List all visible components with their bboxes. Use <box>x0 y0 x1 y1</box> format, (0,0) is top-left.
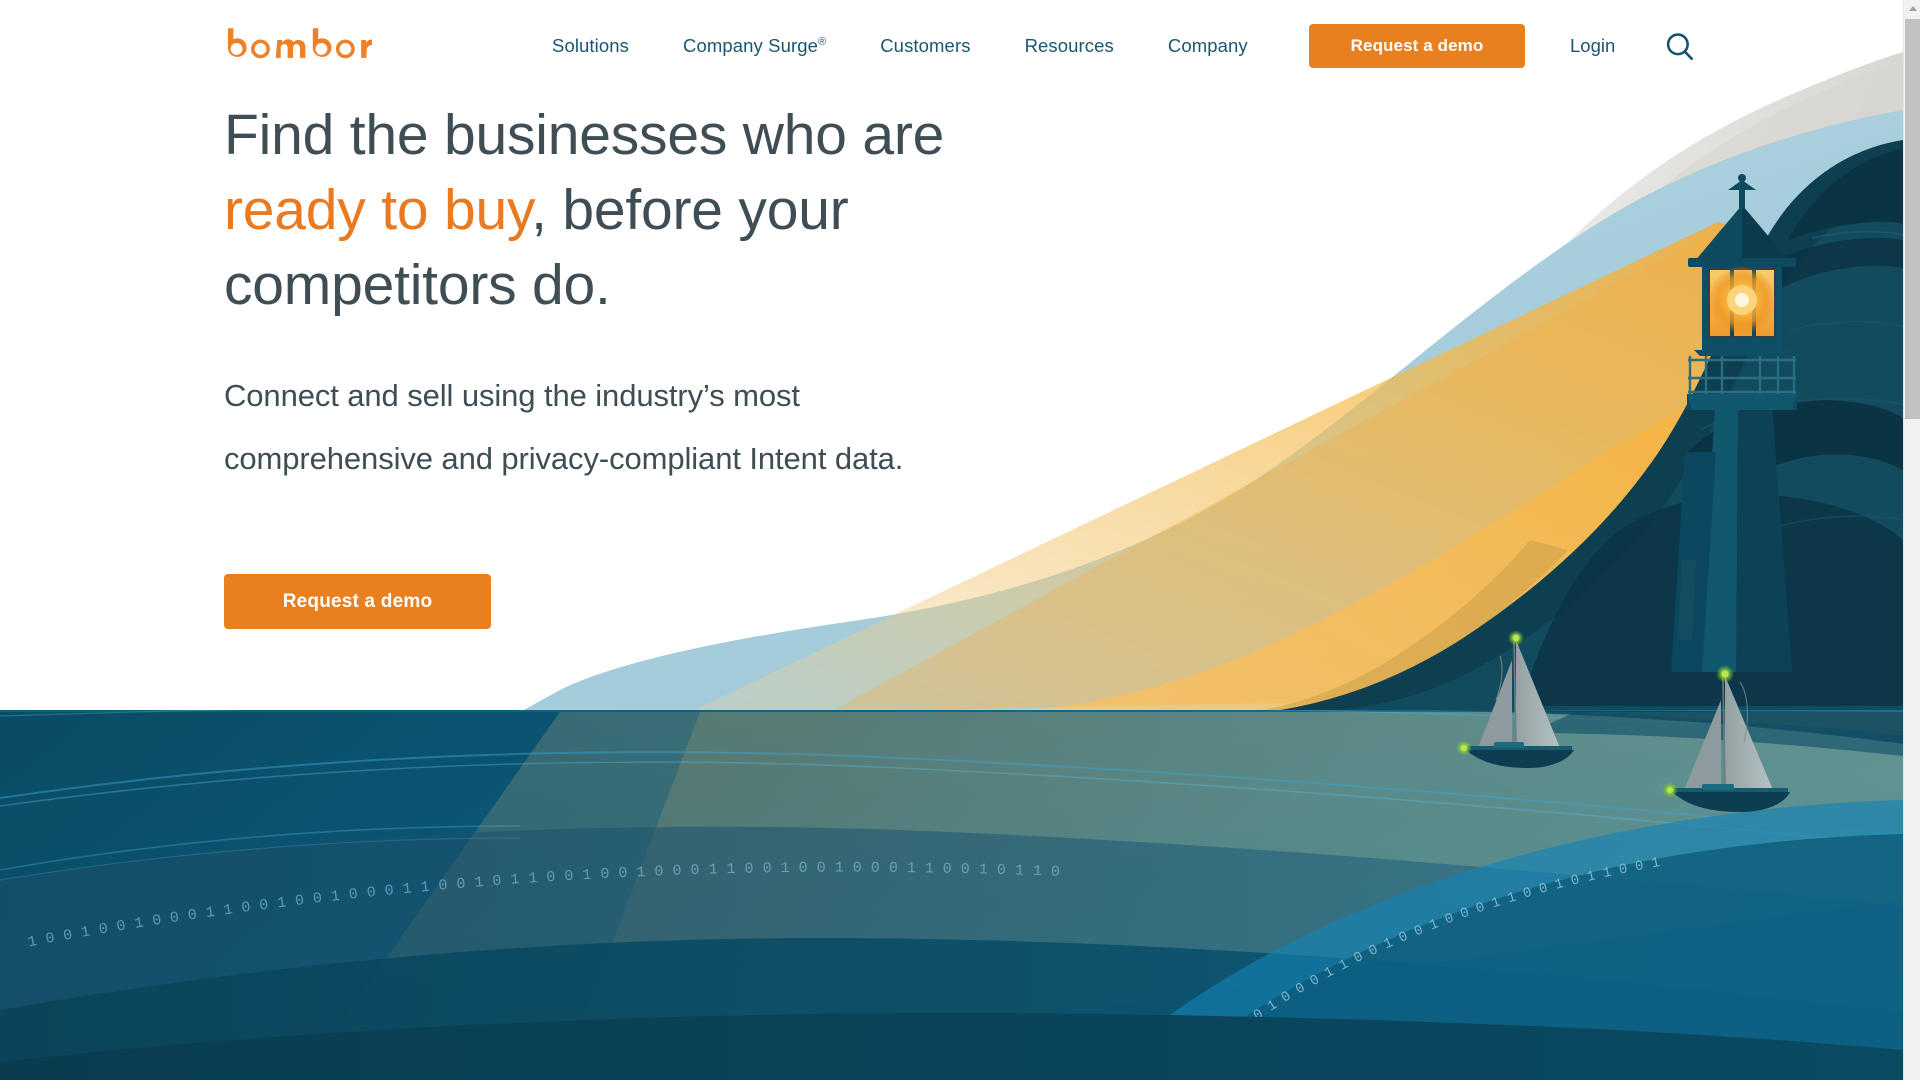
nav-item-customers[interactable]: Customers <box>853 35 997 57</box>
bombora-logo[interactable] <box>224 26 372 62</box>
scroll-thumb[interactable] <box>1905 19 1920 419</box>
headline-part-1: Find the businesses who are <box>224 103 945 167</box>
nav-item-resources[interactable]: Resources <box>998 35 1141 57</box>
nav-item-customers-label: Customers <box>880 35 971 56</box>
svg-text:100100100011001001000110010110: 1001001000110010010001100101100100100011… <box>26 860 1069 952</box>
page-root: 1001001000110010010001100101100100100011… <box>0 0 1920 1080</box>
hero-subheading: Connect and sell using the industry’s mo… <box>224 378 904 476</box>
nav-request-demo-label: Request a demo <box>1350 36 1484 55</box>
nav-item-company-surge-label: Company Surge <box>683 35 818 56</box>
nav-links: Solutions Company Surge® Customers Resou… <box>525 0 1275 92</box>
nav-item-solutions[interactable]: Solutions <box>525 35 656 57</box>
search-icon[interactable] <box>1663 30 1697 64</box>
nav-item-solutions-label: Solutions <box>552 35 630 56</box>
nav-item-company[interactable]: Company <box>1141 35 1275 57</box>
svg-text:100100100011001001000110010110: 10010010001100100100011001011001 <box>1185 854 1670 1074</box>
hero-request-demo-button[interactable]: Request a demo <box>224 574 491 629</box>
login-label: Login <box>1570 35 1616 56</box>
headline-accent: ready to buy <box>224 178 532 242</box>
nav-item-company-surge[interactable]: Company Surge® <box>656 35 853 57</box>
registered-mark: ® <box>818 35 827 48</box>
chevron-up-icon[interactable] <box>1904 0 1920 17</box>
login-link[interactable]: Login <box>1570 0 1615 92</box>
hero-content: Find the businesses who are ready to buy… <box>224 98 984 629</box>
main-navigation: Solutions Company Surge® Customers Resou… <box>0 0 1903 92</box>
nav-request-demo-button[interactable]: Request a demo <box>1309 24 1525 68</box>
hero-request-demo-label: Request a demo <box>282 590 433 612</box>
chevron-up-arrow <box>1908 6 1917 11</box>
nav-item-resources-label: Resources <box>1024 35 1114 56</box>
nav-item-company-label: Company <box>1167 35 1248 56</box>
vertical-scrollbar[interactable] <box>1903 0 1920 1080</box>
page-title: Find the businesses who are ready to buy… <box>224 98 984 323</box>
